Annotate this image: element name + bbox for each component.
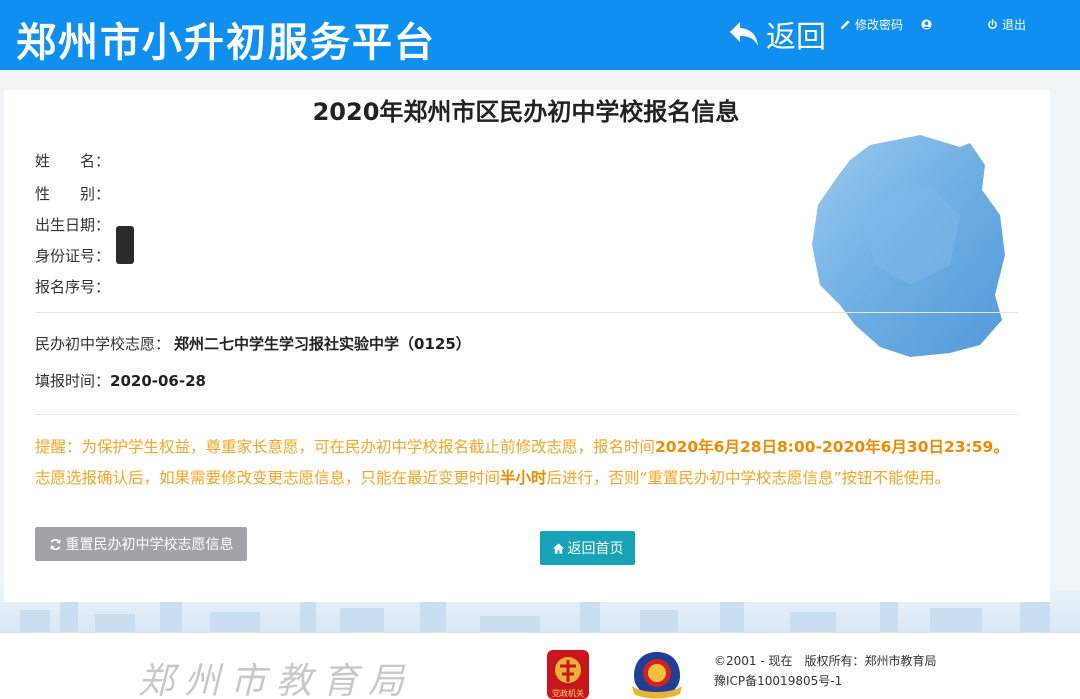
pencil-icon xyxy=(840,19,850,29)
logout-label: 退出 xyxy=(1002,17,1027,32)
home-label: 返回首页 xyxy=(567,541,624,557)
id-row: 身份证号： xyxy=(35,245,110,266)
submit-time-value: 2020-06-28 xyxy=(110,372,206,390)
submit-time-label: 填报时间： xyxy=(35,372,111,390)
power-icon xyxy=(988,18,997,29)
home-button[interactable]: 返回首页 xyxy=(540,531,635,565)
back-label: 返回 xyxy=(766,20,826,55)
reset-choice-button[interactable]: 重置民办初中学校志愿信息 xyxy=(35,527,247,561)
refresh-icon xyxy=(49,538,61,550)
name-label: 姓 名： xyxy=(35,152,111,170)
student-photo xyxy=(812,135,1005,357)
home-icon xyxy=(552,542,564,554)
notice-part3: 后进行，否则“重置民办初中学校志愿信息”按钮不能使用。 xyxy=(546,469,951,487)
bureau-logo: 郑州市教育局 xyxy=(138,661,415,699)
user-profile-button[interactable] xyxy=(921,15,932,33)
submit-time-row: 填报时间：2020-06-28 xyxy=(35,370,206,391)
id-label: 身份证号： xyxy=(35,247,111,265)
notice-part2: 志愿选报确认后，如果需要修改变更志愿信息，只能在最近变更时间 xyxy=(35,469,501,487)
badge-text: 党政机关 xyxy=(552,688,584,698)
reset-choice-label: 重置民办初中学校志愿信息 xyxy=(65,537,234,553)
name-row: 姓 名： xyxy=(35,150,110,171)
gender-label: 性 别： xyxy=(35,185,111,203)
police-badge-icon[interactable] xyxy=(628,650,686,699)
back-button[interactable]: 返回 xyxy=(728,14,826,55)
icp-text[interactable]: 豫ICP备10019805号-1 xyxy=(714,672,842,689)
page-title: 2020年郑州市区民办初中学校报名信息 xyxy=(312,98,740,126)
notice-part1: 提醒：为保护学生权益，尊重家长意愿，可在民办初中学校报名截止前修改志愿，报名时间 xyxy=(35,438,656,456)
change-password-link[interactable]: 修改密码 xyxy=(840,15,903,33)
serial-label: 报名序号： xyxy=(35,278,111,296)
school-choice-label: 民办初中学校志愿： xyxy=(35,335,171,353)
notice-text: 提醒：为保护学生权益，尊重家长意愿，可在民办初中学校报名截止前修改志愿，报名时间… xyxy=(35,432,1015,494)
site-logo[interactable]: 郑州市小升初服务平台 xyxy=(16,10,436,68)
top-header: 郑州市小升初服务平台 返回 修改密码 退出 xyxy=(0,0,1080,70)
birth-label: 出生日期： xyxy=(35,216,111,234)
notice-half-hour: 半小时 xyxy=(500,469,547,487)
serial-row: 报名序号： xyxy=(35,276,110,297)
divider-1 xyxy=(35,312,1018,313)
copyright-text: ©2001 - 现在 版权所有：郑州市教育局 xyxy=(714,654,937,668)
birth-row: 出生日期： xyxy=(35,214,110,235)
school-choice-row: 民办初中学校志愿： 郑州二七中学生学习报社实验中学（0125） xyxy=(35,333,471,354)
gender-row: 性 别： xyxy=(35,183,110,204)
redaction-mark xyxy=(116,226,134,264)
notice-period: 2020年6月28日8:00-2020年6月30日23:59。 xyxy=(655,438,1009,456)
change-password-label: 修改密码 xyxy=(855,17,904,32)
divider-2 xyxy=(35,414,1018,415)
school-choice-value: 郑州二七中学生学习报社实验中学（0125） xyxy=(174,335,471,353)
back-arrow-icon xyxy=(730,22,758,46)
logout-link[interactable]: 退出 xyxy=(987,15,1026,33)
government-badge-icon[interactable]: 党政机关 xyxy=(545,650,591,699)
user-icon xyxy=(921,18,932,30)
